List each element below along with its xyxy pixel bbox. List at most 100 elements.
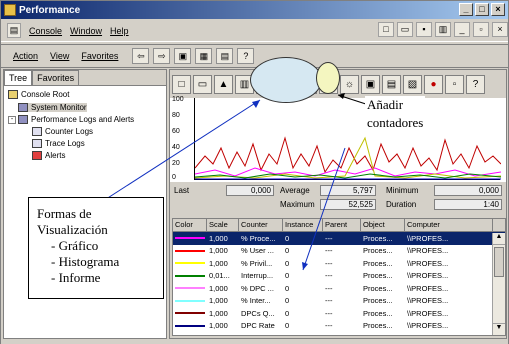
mdi-close-button[interactable]: ×	[492, 22, 508, 37]
statistics-bar: Last 0,000 Average 5,797 Minimum 0,000 M…	[170, 182, 506, 214]
cell-computer: \\PROFES...	[407, 308, 449, 318]
col-counter[interactable]: Counter	[239, 219, 283, 231]
cell-counter: % User ...	[241, 246, 274, 256]
counter-rows: 1,000% Proce... 0 --- Proces... \\PROFES... 1…	[173, 232, 505, 332]
col-instance[interactable]: Instance	[283, 219, 323, 231]
clear-display-icon[interactable]: ▭	[193, 74, 212, 94]
maximize-button[interactable]: □	[475, 3, 489, 16]
up-folder-icon[interactable]: ▣	[174, 48, 192, 64]
y-tick: 20	[172, 160, 180, 167]
tree-node-counter-logs[interactable]: Counter Logs	[32, 127, 93, 136]
color-line	[175, 312, 205, 315]
copy-properties-icon[interactable]: ▣	[361, 74, 380, 94]
cell-counter: % Inter...	[241, 296, 271, 306]
table-row[interactable]: 1,000 % Privil... 0 --- Proces... \\PROFES...	[173, 257, 505, 270]
color-swatch	[173, 287, 207, 290]
tab-tree[interactable]: Tree	[4, 70, 33, 85]
open-icon[interactable]: ▭	[397, 22, 413, 37]
scroll-down-arrow[interactable]: ▼	[493, 323, 505, 335]
y-tick: 60	[172, 128, 180, 135]
menu-window[interactable]: Window	[70, 26, 102, 36]
minimum-label: Minimum	[386, 185, 419, 195]
table-row[interactable]: 1,000 % Proce... 0 --- Proces... \\PROFES...	[173, 232, 505, 245]
vertical-scrollbar[interactable]: ▲ ▼	[492, 233, 505, 335]
close-button[interactable]: ×	[491, 3, 505, 16]
cell-scale: 1,000	[209, 308, 228, 318]
color-swatch	[173, 249, 207, 252]
cell-scale: 1,000	[209, 283, 228, 293]
properties-icon[interactable]: ▧	[403, 74, 422, 94]
last-value: 0,000	[226, 184, 274, 196]
cell-computer: \\PROFES...	[407, 271, 449, 281]
counter-list-header: Color Scale Counter Instance Parent Obje…	[173, 219, 505, 232]
scroll-up-arrow[interactable]: ▲	[493, 233, 505, 245]
table-row[interactable]: 1,000 DPC Rate 0 --- Proces... \\PROFES...	[173, 320, 505, 333]
cell-instance: 0	[285, 308, 290, 318]
cell-scale: 1,000	[209, 296, 228, 306]
tree-node-system-monitor[interactable]: System Monitor	[18, 103, 87, 112]
visualization-note: Formas de Visualización - Gráfico - Hist…	[28, 197, 164, 299]
cell-counter: % DPC ...	[241, 283, 274, 293]
tree-node-performance-logs[interactable]: - Performance Logs and Alerts	[8, 115, 134, 124]
help-icon[interactable]: ?	[237, 48, 255, 64]
table-row[interactable]: 1,000 DPCs Q... 0 --- Proces... \\PROFES...	[173, 307, 505, 320]
maximum-label: Maximum	[280, 199, 315, 209]
col-color[interactable]: Color	[173, 219, 207, 231]
cell-scale: 1,000	[209, 258, 228, 268]
minimum-value: 0,000	[434, 184, 502, 196]
table-row[interactable]: 1,000 % DPC ... 0 --- Proces... \\PROFES...	[173, 282, 505, 295]
menu-help[interactable]: Help	[110, 26, 129, 36]
average-label: Average	[280, 185, 310, 195]
freeze-display-icon[interactable]: ●	[424, 74, 443, 94]
title-bar: Performance _ □ ×	[1, 1, 508, 19]
folder-icon	[8, 90, 18, 99]
update-data-icon[interactable]: ▫	[445, 74, 464, 94]
cell-computer: \\PROFES...	[407, 321, 449, 331]
tab-favorites[interactable]: Favorites	[32, 70, 80, 85]
highlight-icon[interactable]: ☼	[340, 74, 359, 94]
view-graph-icon[interactable]: ▲	[214, 74, 233, 94]
forward-arrow-icon[interactable]: ⇨	[153, 48, 171, 64]
menu-console[interactable]: Console	[29, 26, 62, 36]
mdi-minimize-button[interactable]: _	[454, 22, 470, 37]
scroll-thumb[interactable]	[494, 247, 504, 277]
back-arrow-icon[interactable]: ⇦	[132, 48, 150, 64]
y-tick: 40	[172, 144, 180, 151]
new-counter-set-icon[interactable]: □	[172, 74, 191, 94]
tree-node-trace-logs[interactable]: Trace Logs	[32, 139, 85, 148]
cell-instance: 0	[285, 246, 290, 256]
tree-node-console-root[interactable]: Console Root	[8, 90, 69, 99]
graph-help-icon[interactable]: ?	[466, 74, 485, 94]
collapse-icon[interactable]: -	[8, 115, 16, 124]
minimize-button[interactable]: _	[459, 3, 473, 16]
table-row[interactable]: 0,01... Interrup... 0 --- Proces... \\PROFES.…	[173, 270, 505, 283]
mdi-restore-button[interactable]: ▫	[473, 22, 489, 37]
cell-object: Proces...	[363, 308, 393, 318]
col-object[interactable]: Object	[361, 219, 405, 231]
counter-list: Color Scale Counter Instance Parent Obje…	[172, 218, 506, 336]
properties-icon[interactable]: ▤	[216, 48, 234, 64]
col-computer[interactable]: Computer	[405, 219, 493, 231]
cell-parent: ---	[325, 246, 333, 256]
paste-counter-icon[interactable]: ▤	[382, 74, 401, 94]
new-window-icon[interactable]: ▥	[435, 22, 451, 37]
counter-lines	[194, 136, 502, 180]
table-row[interactable]: 1,000 % Inter... 0 --- Proces... \\PROFES...	[173, 295, 505, 308]
note-title-line2: Visualización	[37, 222, 108, 237]
add-counters-line1: Añadir	[367, 97, 404, 112]
color-line	[175, 274, 205, 277]
menu-action[interactable]: Action	[13, 51, 38, 61]
col-scale[interactable]: Scale	[207, 219, 239, 231]
menu-favorites[interactable]: Favorites	[81, 51, 118, 61]
cell-computer: \\PROFES...	[407, 258, 449, 268]
cell-computer: \\PROFES...	[407, 246, 449, 256]
tree-node-alerts[interactable]: Alerts	[32, 151, 65, 160]
table-row[interactable]: 1,000 % User ... 0 --- Proces... \\PROFES...	[173, 245, 505, 258]
show-tree-icon[interactable]: ▦	[195, 48, 213, 64]
new-icon[interactable]: □	[378, 22, 394, 37]
col-parent[interactable]: Parent	[323, 219, 361, 231]
duration-label: Duration	[386, 199, 417, 209]
menu-view[interactable]: View	[50, 51, 69, 61]
color-swatch	[173, 237, 207, 240]
save-icon[interactable]: ▪	[416, 22, 432, 37]
